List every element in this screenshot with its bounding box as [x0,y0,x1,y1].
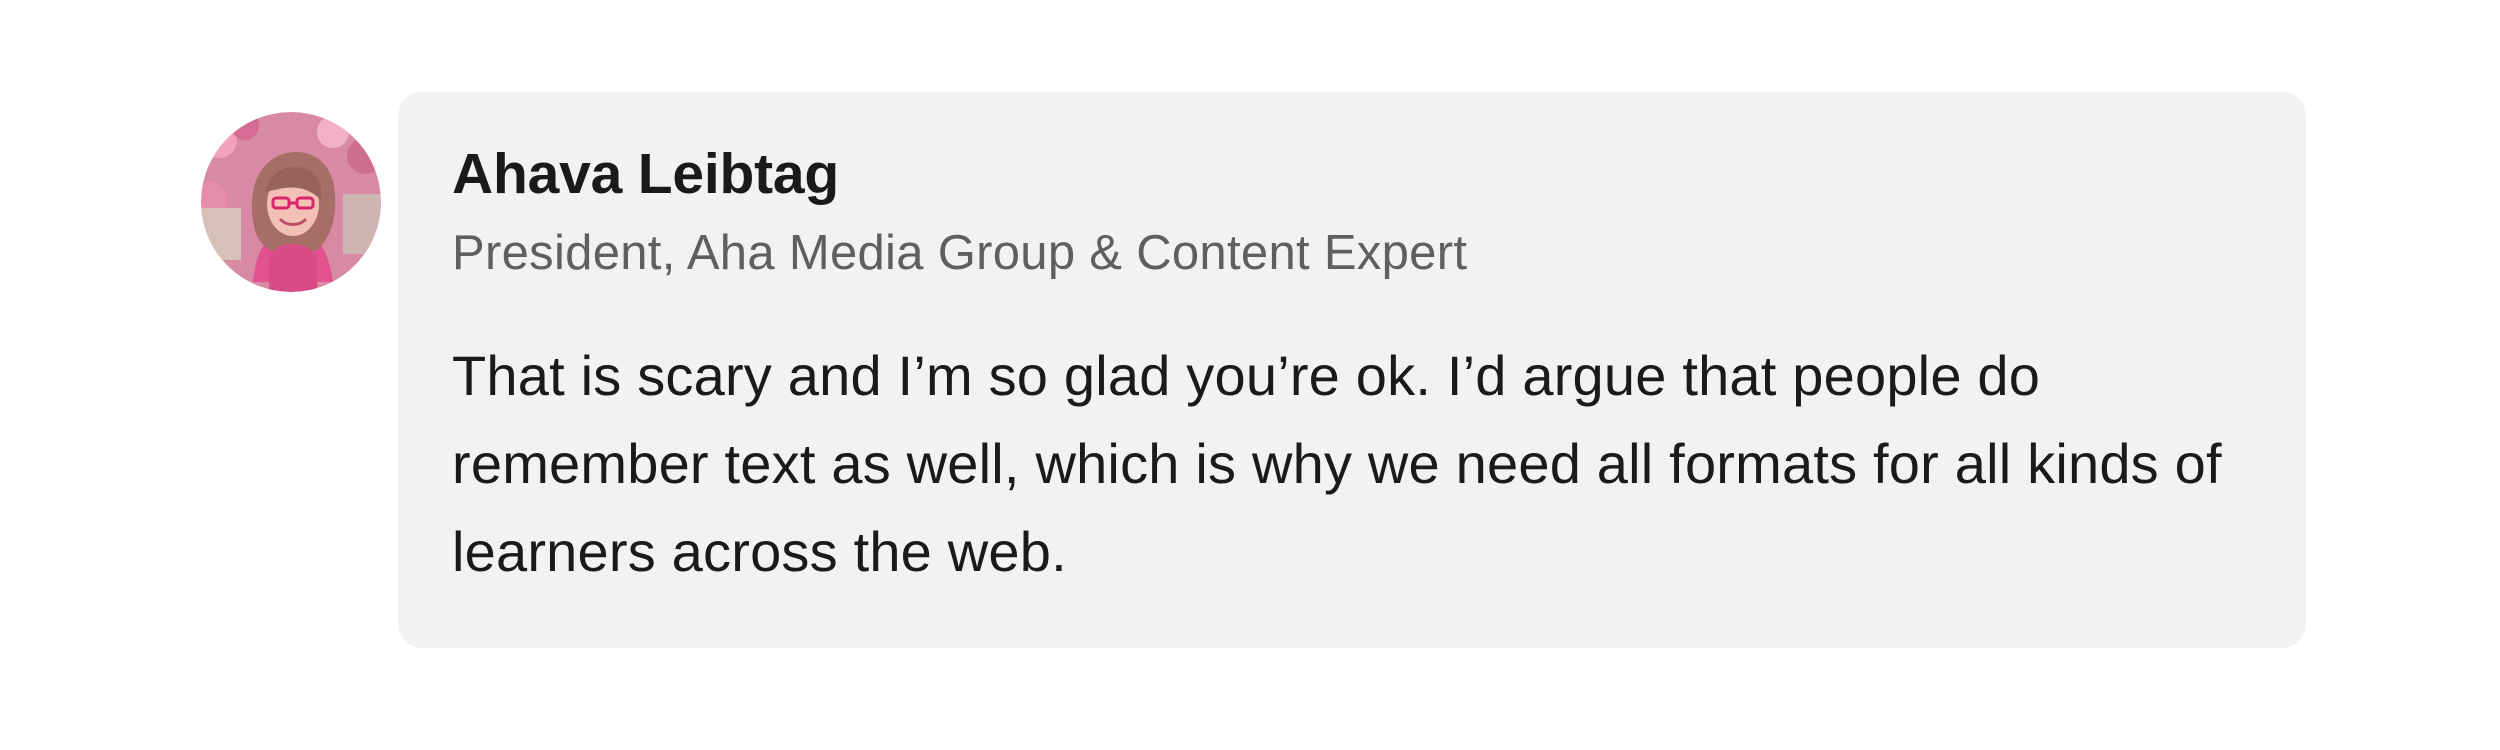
comment: Ahava Leibtag President, Aha Media Group… [0,0,2500,750]
author-avatar[interactable] [201,112,381,292]
author-headline: President, Aha Media Group & Content Exp… [452,226,1468,280]
comment-text: That is scary and I’m so glad you’re ok.… [452,344,2222,583]
comment-bubble: Ahava Leibtag President, Aha Media Group… [398,92,2306,648]
profile-photo-icon [201,112,381,292]
author-name[interactable]: Ahava Leibtag [452,136,2252,212]
